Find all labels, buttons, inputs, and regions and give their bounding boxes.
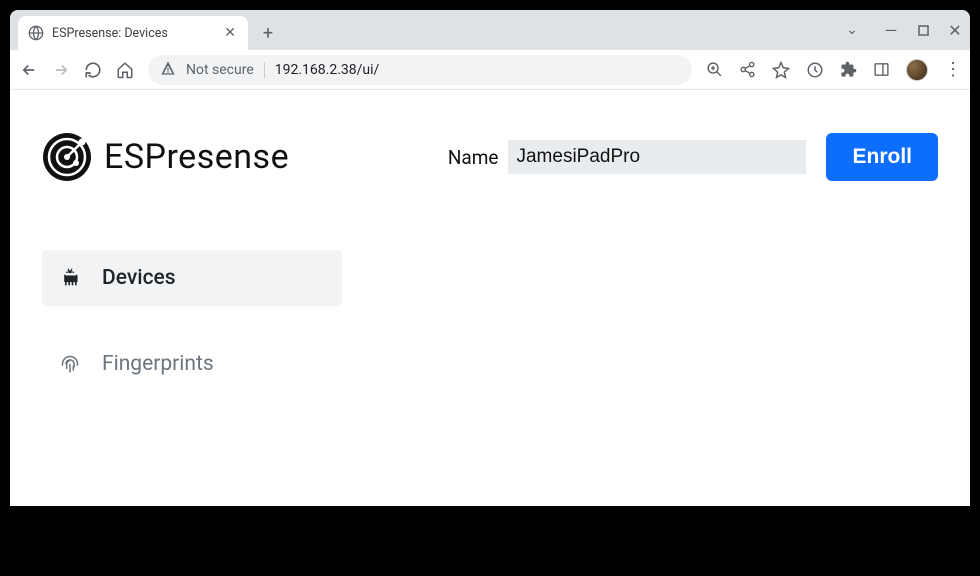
chevron-down-icon[interactable]: ⌄ [846, 22, 858, 38]
close-tab-icon[interactable]: ✕ [222, 25, 238, 41]
enroll-form: Name Enroll [448, 133, 938, 181]
new-tab-button[interactable]: + [254, 19, 282, 47]
address-bar[interactable]: Not secure 192.168.2.38/ui/ [148, 55, 692, 85]
omnibox-divider [264, 62, 265, 78]
tab-title: ESPresense: Devices [52, 26, 214, 41]
android-icon [60, 268, 80, 288]
profile-avatar[interactable] [906, 59, 928, 81]
reload-button[interactable] [84, 61, 102, 79]
close-window-button[interactable]: ✕ [948, 21, 962, 40]
window-controls: ⌄ — ✕ [846, 10, 962, 50]
menu-icon[interactable]: ⋮ [944, 59, 960, 80]
nav-item-label: Devices [102, 266, 176, 290]
maximize-button[interactable] [916, 21, 930, 40]
enroll-button[interactable]: Enroll [826, 133, 938, 181]
url-text: 192.168.2.38/ui/ [275, 62, 380, 78]
tab-bar: ESPresense: Devices ✕ + ⌄ — ✕ [10, 10, 970, 50]
star-icon[interactable] [772, 61, 790, 79]
browser-tab[interactable]: ESPresense: Devices ✕ [18, 16, 248, 50]
browser-toolbar: Not secure 192.168.2.38/ui/ [10, 50, 970, 90]
not-secure-icon [160, 60, 176, 80]
extension-icon-1[interactable] [806, 61, 824, 79]
minimize-button[interactable]: — [884, 21, 898, 40]
globe-icon [28, 25, 44, 41]
nav-menu: Devices Fingerprints [42, 250, 342, 392]
forward-button[interactable] [52, 61, 70, 79]
nav-item-devices[interactable]: Devices [42, 250, 342, 306]
nav-item-label: Fingerprints [102, 352, 214, 376]
page-content: ESPresense Name Enroll Devices Fingerpri… [10, 90, 970, 434]
home-button[interactable] [116, 61, 134, 79]
name-label: Name [448, 146, 499, 169]
app-title: ESPresense [104, 137, 289, 177]
side-panel-icon[interactable] [873, 61, 890, 78]
back-button[interactable] [20, 61, 38, 79]
name-input[interactable] [508, 140, 806, 174]
security-label: Not secure [186, 62, 254, 78]
extensions-icon[interactable] [840, 61, 857, 78]
zoom-icon[interactable] [706, 61, 723, 78]
app-logo-icon [42, 132, 92, 182]
nav-item-fingerprints[interactable]: Fingerprints [42, 336, 342, 392]
fingerprint-icon [60, 354, 80, 374]
toolbar-icons: ⋮ [706, 59, 960, 81]
share-icon[interactable] [739, 61, 756, 78]
browser-window: ESPresense: Devices ✕ + ⌄ — ✕ [10, 10, 970, 506]
header-row: ESPresense Name Enroll [42, 132, 938, 182]
